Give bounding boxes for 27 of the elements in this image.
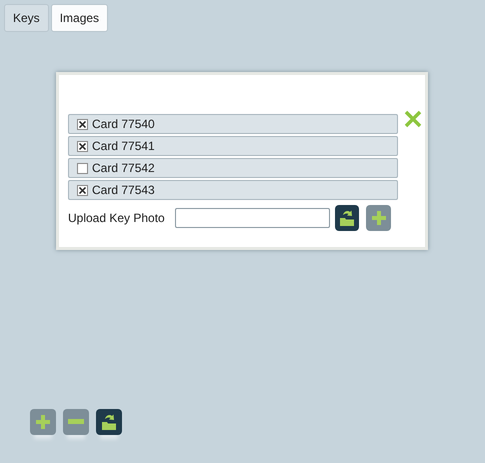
checkbox[interactable] (77, 140, 88, 152)
card-label: Card 77540 (92, 117, 155, 131)
card-label: Card 77542 (92, 161, 155, 175)
add-button[interactable] (30, 409, 56, 435)
folder-arrow-icon (338, 209, 355, 227)
card-row[interactable]: Card 77540 (68, 114, 398, 134)
checkbox[interactable] (77, 184, 88, 196)
upload-button[interactable] (96, 409, 122, 435)
upload-label: Upload Key Photo (68, 211, 166, 225)
card-label: Card 77543 (92, 183, 155, 197)
plus-icon (35, 414, 51, 430)
tab[interactable]: Keys (4, 4, 49, 32)
input-field[interactable] (174, 208, 330, 228)
card-row[interactable]: Card 77541 (68, 136, 398, 156)
add-button[interactable] (366, 205, 391, 231)
card-label: Card 77541 (92, 139, 155, 153)
tab[interactable]: Images (50, 4, 108, 32)
folder-arrow-icon (101, 413, 117, 431)
minus-icon (68, 419, 84, 425)
close-button[interactable] (404, 110, 422, 128)
card-row[interactable]: Card 77542 (68, 158, 398, 178)
remove-button[interactable] (63, 409, 89, 435)
checkbox[interactable] (77, 118, 88, 130)
plus-icon (370, 210, 387, 226)
upload-button[interactable] (334, 205, 360, 231)
card-row[interactable]: Card 77543 (68, 180, 398, 200)
checkbox[interactable] (77, 162, 88, 174)
